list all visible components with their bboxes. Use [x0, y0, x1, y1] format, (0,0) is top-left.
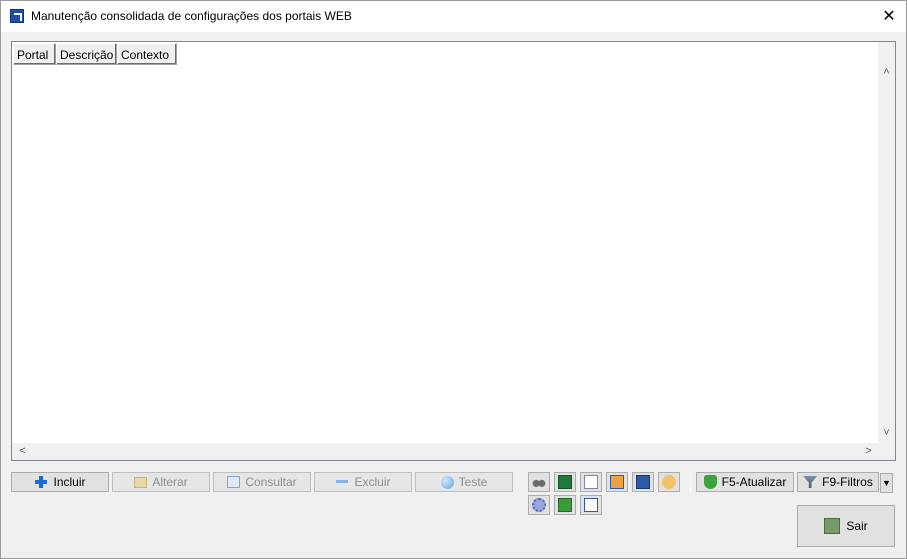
scroll-left-icon[interactable]: < [14, 443, 31, 460]
incluir-label: Incluir [53, 475, 86, 489]
toolbar-separator [690, 472, 691, 494]
sort-icon [636, 475, 650, 489]
download-tool-button[interactable] [554, 495, 576, 515]
excluir-button[interactable]: Excluir [314, 472, 412, 492]
edit-icon [134, 476, 148, 488]
scroll-right-icon[interactable]: > [860, 443, 877, 460]
minus-icon [335, 475, 349, 489]
sort-tool-button[interactable] [632, 472, 654, 492]
plus-icon [34, 475, 48, 489]
window-title: Manutenção consolidada de configurações … [31, 9, 352, 23]
title-bar: Manutenção consolidada de configurações … [1, 1, 906, 32]
column-header-contexto[interactable]: Contexto [117, 43, 177, 65]
filtros-dropdown-button[interactable]: ▼ [880, 473, 893, 493]
sair-button[interactable]: Sair [797, 505, 895, 547]
download-icon [558, 498, 572, 512]
portals-grid[interactable]: Portal Descrição Contexto ˄ ˅ < > [11, 41, 896, 461]
incluir-button[interactable]: Incluir [11, 472, 109, 492]
grid-header: Portal Descrição Contexto [13, 43, 177, 65]
teste-button[interactable]: Teste [415, 472, 513, 492]
filtros-label: F9-Filtros [822, 475, 873, 489]
alterar-button[interactable]: Alterar [112, 472, 210, 492]
view-icon [227, 476, 241, 488]
palette-icon [662, 475, 676, 489]
atualizar-button[interactable]: F5-Atualizar [696, 472, 794, 492]
alterar-label: Alterar [152, 475, 188, 489]
excel-icon [558, 475, 572, 489]
horizontal-scrollbar[interactable]: < > [12, 443, 895, 460]
scrollbar-corner [878, 443, 895, 460]
vertical-scrollbar[interactable]: ˄ ˅ [878, 42, 895, 443]
scroll-up-icon[interactable]: ˄ [878, 64, 895, 81]
atualizar-label: F5-Atualizar [721, 475, 787, 489]
column-header-descricao[interactable]: Descrição [56, 43, 117, 65]
column-header-portal[interactable]: Portal [13, 43, 56, 65]
teste-label: Teste [458, 475, 488, 489]
exit-door-icon [824, 518, 841, 534]
filter-icon [803, 476, 818, 488]
consultar-label: Consultar [245, 475, 297, 489]
refresh-shield-icon [703, 475, 717, 489]
globe-icon [440, 475, 454, 489]
consultar-button[interactable]: Consultar [213, 472, 311, 492]
excluir-label: Excluir [354, 475, 391, 489]
dialog-window: Manutenção consolidada de configurações … [0, 0, 907, 559]
gear-icon [532, 498, 546, 512]
close-button[interactable]: ✕ [872, 1, 906, 32]
scroll-down-icon[interactable]: ˅ [878, 425, 895, 442]
export-excel-tool-button[interactable] [554, 472, 576, 492]
checklist-tool-button[interactable] [580, 495, 602, 515]
layout-tool-button[interactable] [606, 472, 628, 492]
settings-tool-button[interactable] [528, 495, 550, 515]
color-tool-button[interactable] [658, 472, 680, 492]
find-tool-button[interactable] [528, 472, 550, 492]
checklist-icon [584, 498, 598, 512]
filtros-button[interactable]: F9-Filtros [797, 472, 879, 492]
layout-icon [610, 475, 624, 489]
document-icon [584, 475, 598, 489]
document-tool-button[interactable] [580, 472, 602, 492]
app-icon [10, 9, 24, 23]
binoculars-icon [532, 475, 546, 489]
sair-label: Sair [846, 519, 868, 533]
